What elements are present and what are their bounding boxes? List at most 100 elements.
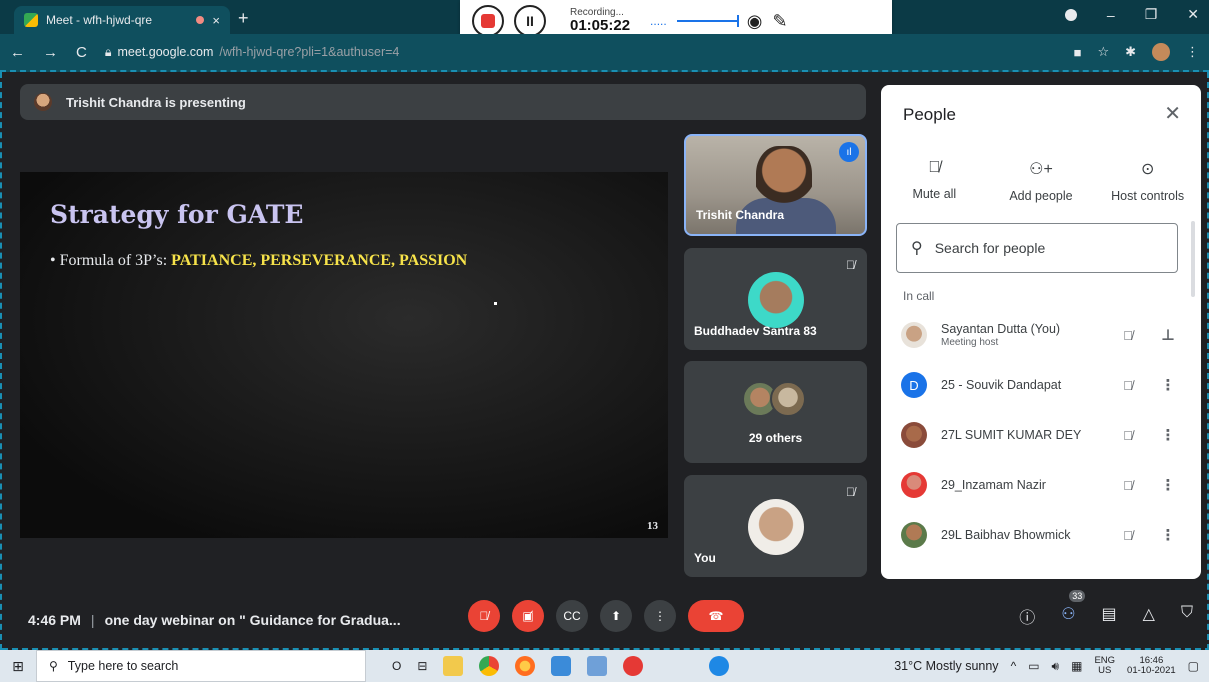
- volume-icon[interactable]: 🔊︎: [1052, 659, 1060, 674]
- meeting-time: 4:46 PM: [28, 612, 81, 628]
- toggle-icon: ⊙: [1140, 161, 1155, 178]
- account-avatar[interactable]: [1152, 43, 1170, 61]
- media-app-icon[interactable]: [623, 656, 644, 676]
- taskbar-search[interactable]: ⚲: [36, 650, 366, 682]
- extensions-icon[interactable]: ✱: [1125, 44, 1136, 60]
- slide-bullet: • Formula of 3P’s: PATIANCE, PERSEVERANC…: [50, 252, 467, 270]
- list-item[interactable]: 29L Baibhav Bhowmick 🎙̸ ⋮: [881, 510, 1201, 560]
- camera-toggle-button[interactable]: ▣̸: [512, 600, 544, 632]
- minimize-button[interactable]: –: [1107, 7, 1115, 23]
- avatar: [901, 422, 927, 448]
- browser-menu-icon[interactable]: ⋮: [1186, 44, 1199, 60]
- mic-off-icon[interactable]: 🎙̸: [1113, 378, 1143, 393]
- webcam-icon[interactable]: ◉: [747, 11, 763, 32]
- mic-off-icon: 🎙̸: [1123, 327, 1133, 343]
- more-options-icon[interactable]: ⋮: [1153, 476, 1183, 494]
- stop-recording-button[interactable]: [472, 5, 504, 37]
- recording-indicator-icon: [196, 16, 205, 24]
- pin-icon[interactable]: ⊥: [1153, 326, 1183, 344]
- participant-tile-presenter[interactable]: ıl Trishit Chandra: [684, 134, 867, 236]
- download-app-icon[interactable]: [587, 656, 608, 676]
- volume-slider[interactable]: [676, 15, 739, 27]
- presenter-avatar: [34, 93, 52, 111]
- pause-recording-button[interactable]: II: [514, 5, 546, 37]
- cortana-icon[interactable]: O: [392, 659, 401, 673]
- browser-tab[interactable]: Meet - wfh-hjwd-qre ×: [14, 6, 230, 34]
- list-item[interactable]: 29_Inzamam Nazir 🎙̸ ⋮: [881, 460, 1201, 510]
- new-tab-button[interactable]: +: [238, 8, 249, 29]
- chat-icon[interactable]: ▤: [1102, 604, 1117, 628]
- captions-button[interactable]: CC: [556, 600, 588, 632]
- activities-icon[interactable]: △: [1143, 604, 1155, 628]
- panel-scrollbar[interactable]: [1191, 221, 1195, 297]
- more-options-button[interactable]: ⋮: [644, 600, 676, 632]
- leave-call-button[interactable]: ☎: [688, 600, 744, 632]
- search-icon: ⚲: [911, 240, 923, 257]
- search-input[interactable]: [934, 240, 1155, 256]
- more-options-icon[interactable]: ⋮: [1153, 426, 1183, 444]
- avatar: D: [901, 372, 927, 398]
- recorder-app-icon[interactable]: [551, 656, 572, 676]
- slide-bullet-highlight: PATIANCE, PERSEVERANCE, PASSION: [171, 252, 468, 269]
- notifications-icon[interactable]: ▢: [1188, 659, 1199, 673]
- file-explorer-icon[interactable]: [443, 656, 464, 676]
- info-icon[interactable]: ⓘ: [1019, 604, 1035, 628]
- participant-tile[interactable]: 🎙̸ Buddhadev Santra 83: [684, 248, 867, 350]
- weather-widget[interactable]: 31°C Mostly sunny: [894, 659, 998, 673]
- participant-list: Sayantan Dutta (You) Meeting host 🎙̸ ⊥ D …: [881, 310, 1201, 560]
- url-field[interactable]: 🔒︎ meet.google.com/wfh-hjwd-qre?pli=1&au…: [105, 45, 400, 60]
- forward-icon[interactable]: →: [43, 44, 58, 61]
- chrome-icon[interactable]: [479, 656, 500, 676]
- people-panel: People ✕ 🎙̸ Mute all ⚇+ Add people ⊙ Hos…: [881, 85, 1201, 579]
- network-icon[interactable]: ▦: [1071, 659, 1082, 673]
- pen-icon[interactable]: ✎: [772, 11, 787, 32]
- host-controls-label: Host controls: [1111, 189, 1185, 203]
- tray-chevron-icon[interactable]: ^: [1011, 659, 1017, 673]
- bookmark-star-icon[interactable]: ☆: [1097, 44, 1109, 60]
- camera-permission-icon[interactable]: ■: [1074, 45, 1082, 60]
- others-tile[interactable]: 29 others: [684, 361, 867, 463]
- more-options-icon[interactable]: ⋮: [1153, 526, 1183, 544]
- meeting-details[interactable]: 4:46 PM | one day webinar on " Guidance …: [28, 612, 401, 628]
- mic-off-icon[interactable]: 🎙̸: [1113, 528, 1143, 543]
- clock-time: 16:46: [1139, 654, 1164, 666]
- list-item[interactable]: D 25 - Souvik Dandapat 🎙̸ ⋮: [881, 360, 1201, 410]
- windows-start-icon[interactable]: ⊞: [0, 658, 36, 675]
- mic-toggle-button[interactable]: 🎙̸: [468, 600, 500, 632]
- recording-status: Recording... 01:05:22: [570, 7, 630, 35]
- mute-all-button[interactable]: 🎙̸ Mute all: [884, 159, 984, 203]
- self-tile[interactable]: 🎙̸ You: [684, 475, 867, 577]
- taskbar-clock[interactable]: 16:46 01-10-2021: [1127, 654, 1176, 677]
- address-bar-actions: ■ ☆ ✱ ⋮: [1074, 43, 1199, 61]
- avatar: [748, 272, 804, 328]
- add-people-button[interactable]: ⚇+ Add people: [991, 159, 1091, 203]
- task-view-icon[interactable]: ⊟: [417, 659, 427, 673]
- presenter-face: [756, 146, 812, 216]
- mic-off-icon[interactable]: 🎙̸: [1113, 478, 1143, 493]
- present-button[interactable]: ⬆: [600, 600, 632, 632]
- tab-close-icon[interactable]: ×: [212, 13, 220, 28]
- list-item[interactable]: 27L SUMIT KUMAR DEY 🎙̸ ⋮: [881, 410, 1201, 460]
- people-icon[interactable]: ⚇ 33: [1061, 590, 1086, 628]
- add-person-icon: ⚇+: [1029, 161, 1053, 178]
- people-search[interactable]: ⚲: [896, 223, 1178, 273]
- reload-icon[interactable]: C: [76, 44, 87, 61]
- firefox-icon[interactable]: [515, 656, 536, 676]
- help-app-icon[interactable]: [709, 656, 730, 676]
- close-window-button[interactable]: ✕: [1187, 6, 1199, 23]
- battery-icon[interactable]: ▭: [1028, 659, 1039, 673]
- others-count: 29 others: [748, 431, 803, 445]
- lock-icon: 🔒︎: [104, 44, 112, 59]
- more-options-icon[interactable]: ⋮: [1153, 376, 1183, 394]
- mic-off-icon[interactable]: 🎙̸: [1113, 428, 1143, 443]
- close-panel-icon[interactable]: ✕: [1164, 101, 1181, 126]
- profile-icon[interactable]: [1064, 8, 1077, 21]
- taskbar-search-input[interactable]: [67, 659, 328, 673]
- list-item[interactable]: Sayantan Dutta (You) Meeting host 🎙̸ ⊥: [881, 310, 1201, 360]
- host-controls-button[interactable]: ⊙ Host controls: [1098, 159, 1198, 203]
- restore-button[interactable]: ❐: [1145, 6, 1158, 23]
- slide-page-number: 13: [647, 520, 658, 532]
- back-icon[interactable]: ←: [10, 44, 25, 61]
- language-indicator[interactable]: ENG US: [1094, 656, 1115, 676]
- host-controls-icon[interactable]: ⛉: [1181, 604, 1193, 628]
